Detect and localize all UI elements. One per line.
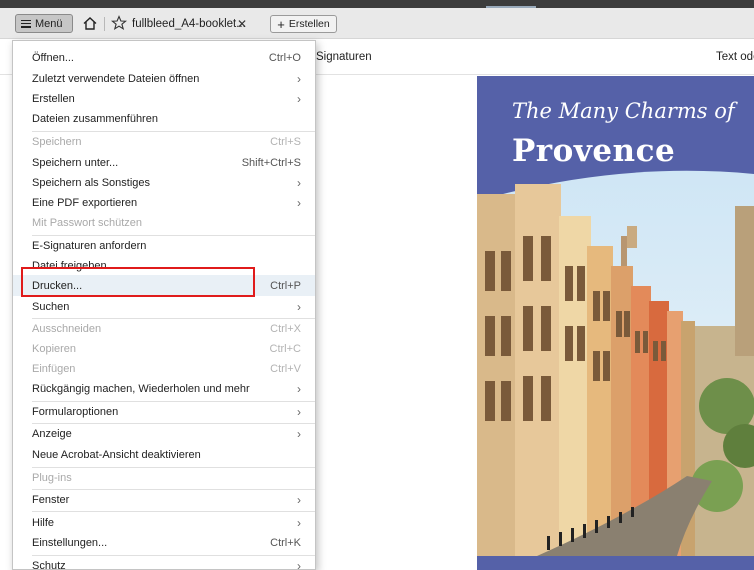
home-button[interactable] bbox=[80, 14, 100, 33]
menu-item-request-esignatures[interactable]: E-Signaturen anfordern bbox=[13, 235, 315, 256]
menu-item-share-file[interactable]: Datei freigeben bbox=[13, 255, 315, 276]
chevron-right-icon: › bbox=[297, 381, 301, 396]
menu-item-label: Plug-ins bbox=[32, 471, 72, 484]
menu-item-recent-files[interactable]: Zuletzt verwendete Dateien öffnen › bbox=[13, 68, 315, 89]
menu-item-shortcut: Ctrl+C bbox=[269, 342, 301, 355]
chevron-right-icon: › bbox=[297, 175, 301, 190]
chevron-right-icon: › bbox=[297, 492, 301, 507]
menu-item-disable-new-acrobat[interactable]: Neue Acrobat-Ansicht deaktivieren bbox=[13, 444, 315, 465]
menu-item-shortcut: Ctrl+O bbox=[268, 51, 301, 64]
chevron-right-icon: › bbox=[297, 299, 301, 314]
menu-item-window[interactable]: Fenster › bbox=[13, 489, 315, 510]
chevron-right-icon: › bbox=[297, 71, 301, 86]
menu-item-label: Datei freigeben bbox=[32, 259, 107, 272]
menu-item-label: Fenster bbox=[32, 493, 70, 506]
chevron-right-icon: › bbox=[297, 515, 301, 530]
menu-item-export-pdf[interactable]: Eine PDF exportieren › bbox=[13, 192, 315, 213]
menu-item-print[interactable]: Drucken... Ctrl+P bbox=[13, 275, 315, 296]
menu-item-protect-password[interactable]: Mit Passwort schützen bbox=[13, 212, 315, 233]
menu-item-plugins[interactable]: Plug-ins bbox=[13, 467, 315, 488]
window-top-strip bbox=[0, 0, 754, 8]
menu-item-save[interactable]: Speichern Ctrl+S bbox=[13, 131, 315, 152]
menu-item-preferences[interactable]: Einstellungen... Ctrl+K bbox=[13, 532, 315, 553]
menu-item-label: Kopieren bbox=[32, 342, 77, 355]
menu-item-shortcut: Ctrl+K bbox=[270, 536, 301, 549]
menu-item-label: Speichern als Sonstiges bbox=[32, 176, 151, 189]
menu-item-save-as-other[interactable]: Speichern als Sonstiges › bbox=[13, 172, 315, 193]
menu-item-label: Rückgängig machen, Wiederholen und mehr bbox=[32, 382, 250, 395]
star-icon[interactable] bbox=[111, 15, 127, 31]
menu-item-label: Einfügen bbox=[32, 362, 76, 375]
menu-item-label: Mit Passwort schützen bbox=[32, 216, 143, 229]
chevron-right-icon: › bbox=[297, 426, 301, 441]
menu-item-create[interactable]: Erstellen › bbox=[13, 88, 315, 109]
cover-title-line-1: The Many Charms of bbox=[512, 99, 735, 123]
hamburger-icon bbox=[21, 19, 31, 28]
menu-item-label: Schutz bbox=[32, 559, 66, 570]
menu-item-undo-redo-more[interactable]: Rückgängig machen, Wiederholen und mehr › bbox=[13, 378, 315, 399]
menu-item-label: Erstellen bbox=[32, 92, 75, 105]
menu-item-form-options[interactable]: Formularoptionen › bbox=[13, 401, 315, 422]
menu-item-paste[interactable]: Einfügen Ctrl+V bbox=[13, 358, 315, 379]
menu-item-shortcut: Ctrl+P bbox=[270, 279, 301, 292]
home-icon bbox=[83, 17, 97, 30]
menu-item-open[interactable]: Öffnen... Ctrl+O bbox=[13, 47, 315, 68]
menu-item-label: Eine PDF exportieren bbox=[32, 196, 138, 209]
create-button-label: Erstellen bbox=[288, 18, 330, 30]
menu-item-merge-files[interactable]: Dateien zusammenführen bbox=[13, 108, 315, 129]
document-page: The Many Charms of Provence bbox=[477, 76, 754, 570]
menu-item-label: Einstellungen... bbox=[32, 536, 108, 549]
menu-item-search[interactable]: Suchen › bbox=[13, 296, 315, 317]
menu-item-shortcut: Ctrl+S bbox=[270, 135, 301, 148]
menu-item-save-as[interactable]: Speichern unter... Shift+Ctrl+S bbox=[13, 152, 315, 173]
chevron-right-icon: › bbox=[297, 404, 301, 419]
menu-item-label: Neue Acrobat-Ansicht deaktivieren bbox=[32, 448, 201, 461]
menu-item-copy[interactable]: Kopieren Ctrl+C bbox=[13, 338, 315, 359]
close-tab-icon[interactable]: ✕ bbox=[237, 17, 247, 31]
chevron-right-icon: › bbox=[297, 91, 301, 106]
tab-bar: Menü fullbleed_A4-booklet... ✕ + Erstell… bbox=[0, 8, 754, 39]
menu-item-label: Drucken... bbox=[32, 279, 83, 292]
menu-button-label: Menü bbox=[35, 17, 63, 30]
tab-separator bbox=[104, 17, 105, 31]
menu-button[interactable]: Menü bbox=[15, 14, 73, 33]
menu-item-shortcut: Ctrl+X bbox=[270, 322, 301, 335]
menu-item-label: Speichern unter... bbox=[32, 156, 119, 169]
menu-item-protection[interactable]: Schutz › bbox=[13, 555, 315, 570]
menu-item-label: Dateien zusammenführen bbox=[32, 112, 158, 125]
menu-item-view[interactable]: Anzeige › bbox=[13, 423, 315, 444]
menu-item-label: Öffnen... bbox=[32, 51, 74, 64]
menu-item-label: Hilfe bbox=[32, 516, 55, 529]
menu-item-label: Ausschneiden bbox=[32, 322, 102, 335]
menu-item-shortcut: Ctrl+V bbox=[270, 362, 301, 375]
menu-item-label: Speichern bbox=[32, 135, 82, 148]
menu-item-label: Anzeige bbox=[32, 427, 72, 440]
main-menu-dropdown: Öffnen... Ctrl+O Zuletzt verwendete Datei… bbox=[12, 40, 316, 570]
create-button[interactable]: + Erstellen bbox=[270, 15, 337, 33]
menu-item-cut[interactable]: Ausschneiden Ctrl+X bbox=[13, 318, 315, 339]
signatures-tool[interactable]: Signaturen bbox=[316, 51, 372, 63]
document-tab-title[interactable]: fullbleed_A4-booklet... bbox=[132, 18, 246, 30]
menu-item-label: Zuletzt verwendete Dateien öffnen bbox=[32, 72, 200, 85]
chevron-right-icon: › bbox=[297, 195, 301, 210]
cover-title-line-2: Provence bbox=[512, 133, 676, 169]
menu-item-shortcut: Shift+Ctrl+S bbox=[241, 156, 301, 169]
menu-item-label: E-Signaturen anfordern bbox=[32, 239, 147, 252]
menu-item-label: Formularoptionen bbox=[32, 405, 119, 418]
menu-item-label: Suchen bbox=[32, 300, 70, 313]
chevron-right-icon: › bbox=[297, 558, 301, 570]
plus-icon: + bbox=[277, 16, 285, 32]
menu-item-help[interactable]: Hilfe › bbox=[13, 512, 315, 533]
text-tool[interactable]: Text ode bbox=[716, 51, 754, 63]
